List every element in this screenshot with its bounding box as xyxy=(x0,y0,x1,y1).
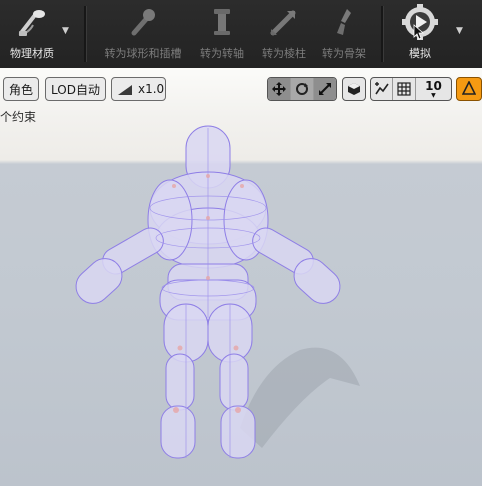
viewport-toolbar: 角色 LOD自动 x1.0 10 ▼ xyxy=(0,77,482,103)
grid-icon[interactable] xyxy=(393,78,416,100)
chevron-down-icon: ▼ xyxy=(431,92,436,99)
constraint-count-text: 个约束 xyxy=(0,110,37,124)
left-shin xyxy=(165,353,195,411)
toolbar-divider xyxy=(84,6,87,62)
camera-icon[interactable] xyxy=(343,78,365,100)
to-skeleton-label: 转为骨架 xyxy=(322,47,366,60)
camera-toggle xyxy=(342,77,366,101)
to-skeleton-button[interactable]: 转为骨架 xyxy=(316,0,372,68)
transform-mode-group xyxy=(267,77,337,101)
skeleton-icon xyxy=(324,0,364,44)
simulate-button[interactable]: 模拟 ▼ xyxy=(394,0,463,68)
rotate-icon[interactable] xyxy=(291,78,314,100)
sphere-capsule-icon xyxy=(123,0,163,44)
pivot-icon xyxy=(202,0,242,44)
chevron-down-icon[interactable]: ▼ xyxy=(456,26,463,36)
lod-label: LOD自动 xyxy=(51,82,100,97)
to-prism-button[interactable]: 转为棱柱 xyxy=(256,0,312,68)
character-shadow xyxy=(240,347,360,448)
toolbar-divider xyxy=(381,6,384,62)
physics-material-button[interactable]: 物理材质 ▼ xyxy=(4,0,69,68)
to-pivot-label: 转为转轴 xyxy=(200,47,244,60)
to-pivot-button[interactable]: 转为转轴 xyxy=(194,0,250,68)
character-physics-body[interactable] xyxy=(0,68,482,486)
scale-icon[interactable] xyxy=(314,78,336,100)
snap-icon[interactable] xyxy=(371,78,394,100)
snap-group: 10 ▼ xyxy=(370,77,452,101)
to-sphere-capsule-label: 转为球形和插槽 xyxy=(104,47,182,60)
to-sphere-capsule-button[interactable]: 转为球形和插槽 xyxy=(100,0,186,68)
to-prism-label: 转为棱柱 xyxy=(262,47,306,60)
left-foot xyxy=(160,405,196,459)
physics-material-icon xyxy=(12,0,52,44)
move-icon[interactable] xyxy=(268,78,291,100)
grid-size-dropdown[interactable]: 10 ▼ xyxy=(416,78,451,100)
speed-icon xyxy=(118,84,132,95)
viewport[interactable]: 角色 LOD自动 x1.0 10 ▼ 个约束 xyxy=(0,68,482,486)
warning-toggle[interactable] xyxy=(456,77,482,101)
main-toolbar: 物理材质 ▼ 转为球形和插槽 转为转轴 转为棱柱 转为骨架 模拟 ▼ xyxy=(0,0,482,69)
right-foot xyxy=(220,405,256,459)
speed-label: x1.0 xyxy=(138,82,165,96)
grid-size-value: 10 xyxy=(425,79,442,93)
lod-button[interactable]: LOD自动 xyxy=(45,77,106,101)
physics-material-label: 物理材质 xyxy=(10,47,54,60)
speed-button[interactable]: x1.0 xyxy=(111,77,166,101)
simulate-icon xyxy=(400,0,440,44)
warning-icon xyxy=(461,79,477,98)
view-mode-label: 角色 xyxy=(8,82,33,97)
chevron-down-icon[interactable]: ▼ xyxy=(62,26,69,36)
right-shin xyxy=(219,353,249,411)
view-mode-button[interactable]: 角色 xyxy=(3,77,39,101)
simulate-label: 模拟 xyxy=(409,47,431,60)
prism-icon xyxy=(264,0,304,44)
